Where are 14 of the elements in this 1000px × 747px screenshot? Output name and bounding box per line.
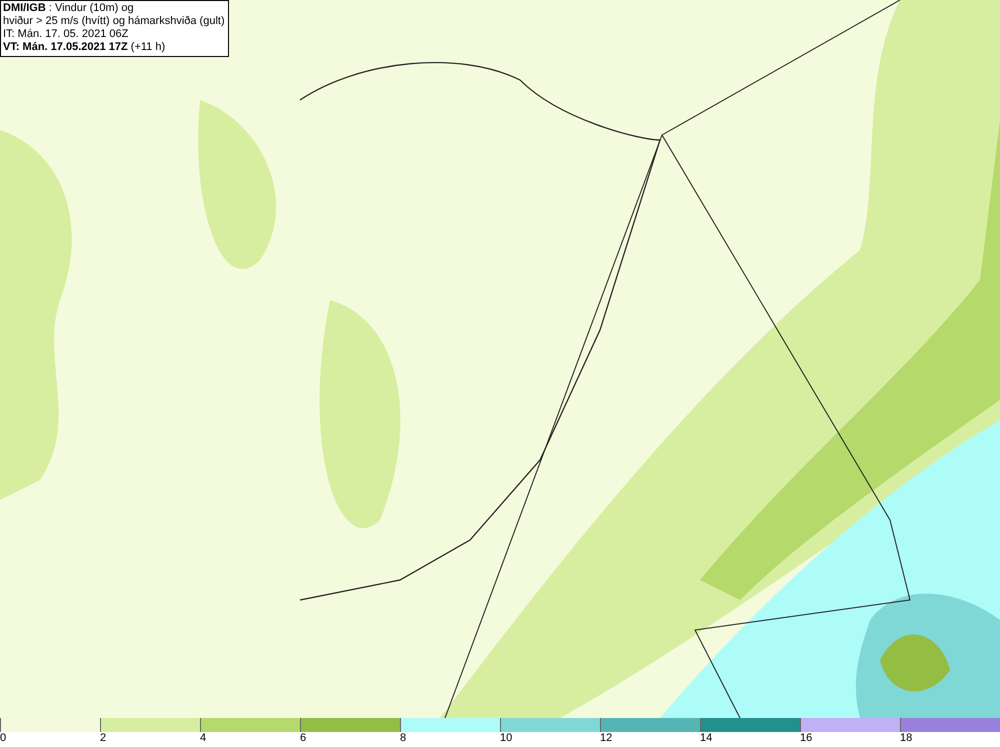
- legend-label: 0: [0, 732, 6, 745]
- info-text: DMI/IGB : Vindur (10m) og: [3, 2, 135, 15]
- legend-label: 4: [199, 732, 206, 745]
- legend-label: 18: [899, 732, 912, 745]
- legend-label: 10: [499, 732, 512, 745]
- info-text: VT: Mán. 17.05.2021 17Z (+11 h): [3, 41, 166, 54]
- legend-label: 6: [299, 732, 306, 745]
- legend-label: 2: [99, 732, 106, 745]
- info-text: IT: Mán. 17. 05. 2021 06Z: [3, 28, 130, 41]
- legend-label: 16: [799, 732, 812, 745]
- legend-label: 14: [699, 732, 712, 745]
- legend-label: 8: [399, 732, 406, 745]
- info-text: hviður > 25 m/s (hvítt) og hámarkshviða (gult): [3, 15, 225, 28]
- legend-label: 12: [599, 732, 612, 745]
